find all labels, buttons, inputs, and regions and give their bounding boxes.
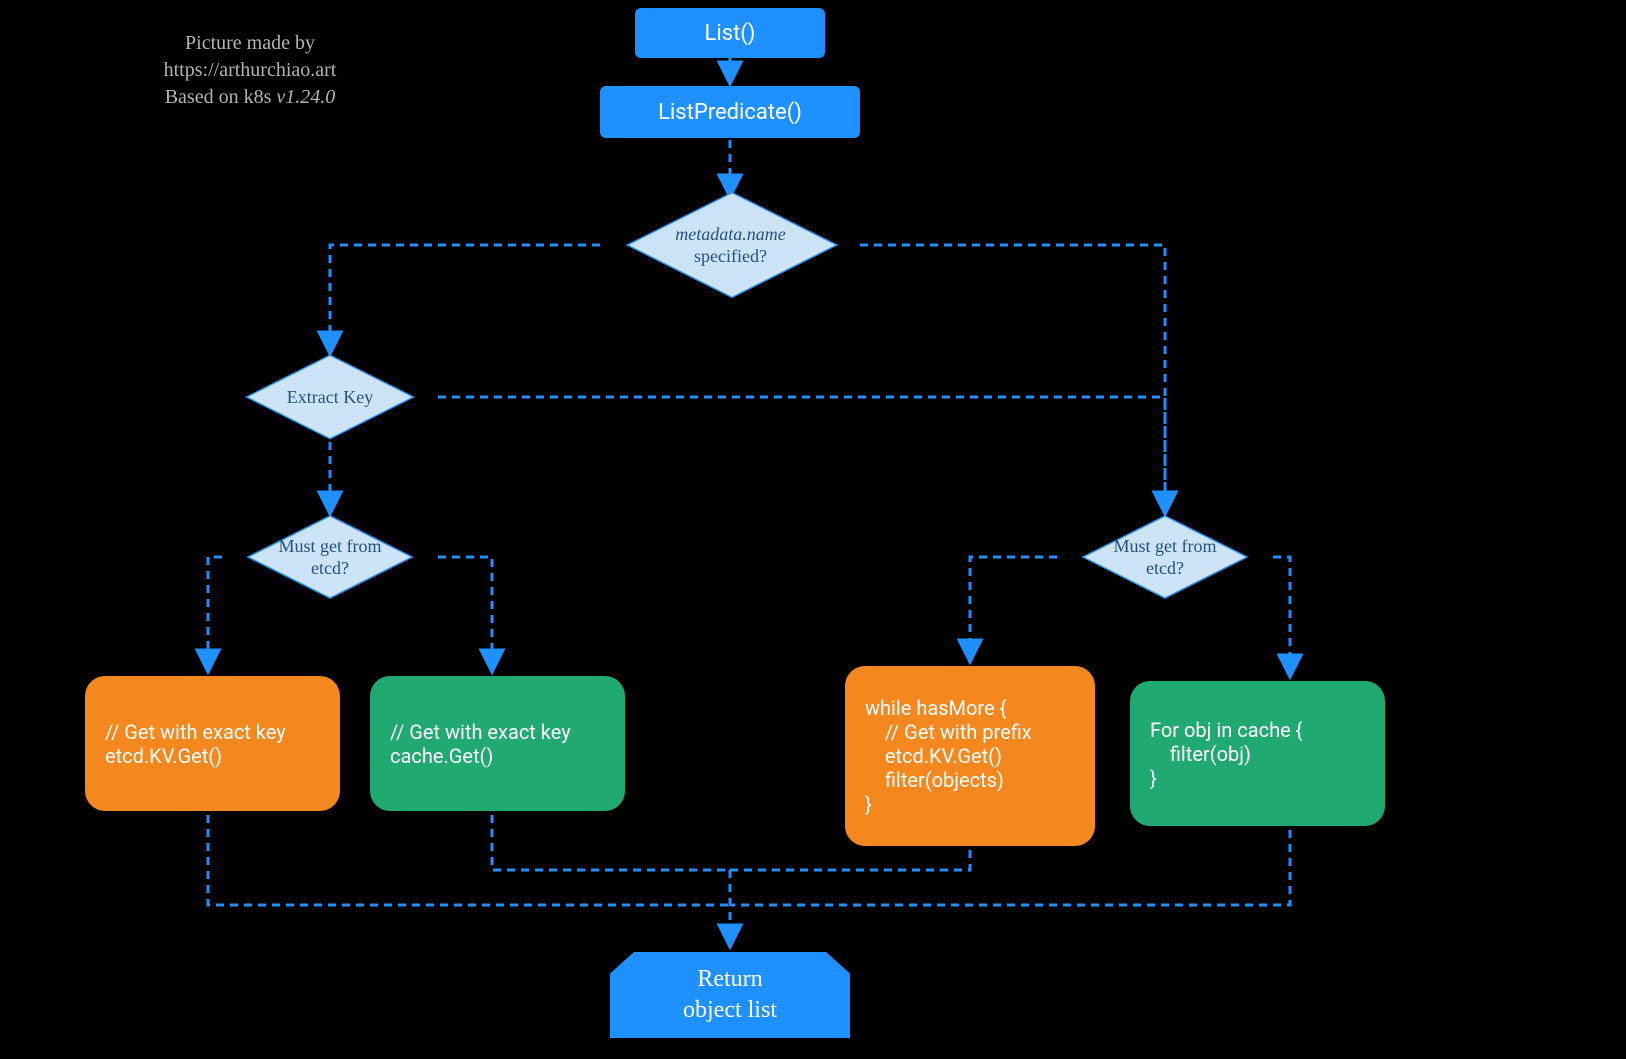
node-etcd-get-exact: // Get with exact key etcd.KV.Get() bbox=[85, 676, 340, 811]
node-list: List() bbox=[635, 8, 825, 58]
decision-extract-key: Extract Key bbox=[205, 337, 455, 457]
node-return: Return object list bbox=[610, 952, 850, 1038]
arrow-extract-to-etcd-right bbox=[438, 397, 1165, 512]
attribution-text: Picture made by https://arthurchiao.art … bbox=[120, 30, 380, 111]
decision-etcd-left-label: Must get from etcd? bbox=[279, 535, 382, 580]
node-etcd-get-prefix-loop: while hasMore { // Get with prefix etcd.… bbox=[845, 666, 1095, 846]
node-list-predicate-label: ListPredicate() bbox=[658, 100, 802, 125]
node-return-label: Return object list bbox=[683, 964, 777, 1026]
decision-etcd-right: Must get from etcd? bbox=[1045, 498, 1285, 616]
decision-metadata-em: metadata.name bbox=[675, 224, 785, 244]
attrib-line2: https://arthurchiao.art bbox=[164, 59, 337, 81]
decision-extract-key-label: Extract Key bbox=[287, 386, 373, 409]
attrib-line3: Based on k8s Based on k8s v1.24.0v1.24.0 bbox=[165, 86, 336, 108]
node-cache-filter-loop-text: For obj in cache { filter(obj) } bbox=[1150, 718, 1302, 790]
decision-metadata-name: metadata.name specified? bbox=[583, 170, 878, 320]
decision-metadata-rest: specified? bbox=[694, 246, 767, 266]
node-list-label: List() bbox=[705, 21, 756, 46]
node-etcd-get-prefix-loop-text: while hasMore { // Get with prefix etcd.… bbox=[865, 696, 1032, 816]
flowchart-canvas: Picture made by https://arthurchiao.art … bbox=[0, 0, 1626, 1059]
arrow-greenL-to-bus bbox=[492, 815, 730, 870]
node-cache-get-exact-text: // Get with exact key cache.Get() bbox=[390, 720, 571, 768]
arrow-meta-to-extract bbox=[330, 245, 600, 352]
attrib-line1: Picture made by bbox=[185, 32, 315, 54]
arrow-orangeL-to-bus bbox=[208, 815, 730, 905]
node-cache-get-exact: // Get with exact key cache.Get() bbox=[370, 676, 625, 811]
arrow-etcdR-to-orangeR bbox=[970, 557, 1057, 660]
arrow-orangeR-to-bus bbox=[730, 850, 970, 870]
decision-etcd-left: Must get from etcd? bbox=[210, 498, 450, 616]
node-etcd-get-exact-text: // Get with exact key etcd.KV.Get() bbox=[105, 720, 286, 768]
decision-etcd-right-label: Must get from etcd? bbox=[1114, 535, 1217, 580]
node-cache-filter-loop: For obj in cache { filter(obj) } bbox=[1130, 681, 1385, 826]
node-list-predicate: ListPredicate() bbox=[600, 86, 860, 138]
arrow-meta-to-etcd-right bbox=[860, 245, 1165, 512]
